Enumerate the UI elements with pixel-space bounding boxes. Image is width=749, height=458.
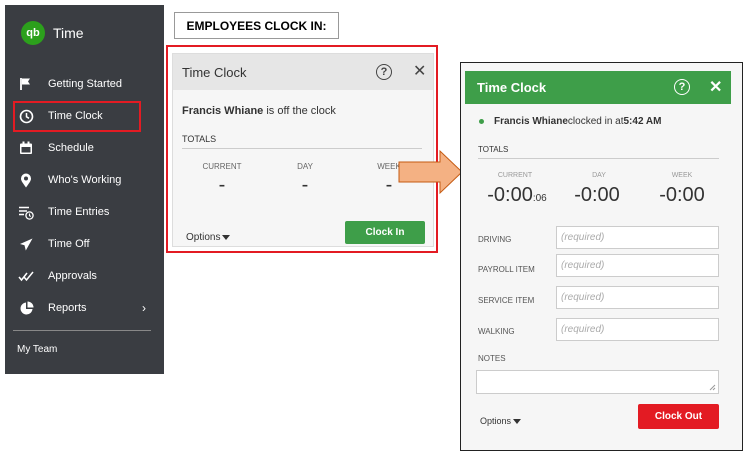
calendar-icon [18, 140, 34, 156]
resize-handle-icon[interactable] [709, 384, 716, 391]
arrow-right-icon [398, 149, 463, 195]
options-dropdown[interactable]: Options [186, 232, 231, 243]
chevron-right-icon: › [142, 301, 146, 315]
options-label: Options [186, 232, 221, 243]
employees-clock-in-heading: EMPLOYEES CLOCK IN: [174, 12, 339, 39]
pie-chart-icon [18, 300, 34, 316]
status-text: clocked in at [567, 116, 624, 127]
time-clock-card-before: Time Clock ? ✕ Francis Whiane is off the… [172, 53, 434, 247]
brand[interactable]: qb Time [21, 21, 84, 45]
totals-divider [478, 158, 719, 159]
sidebar-my-team[interactable]: My Team [17, 344, 57, 355]
current-value: - [218, 174, 226, 196]
time-clock-header: Time Clock ? ✕ [465, 71, 731, 104]
week-label: WEEK [671, 172, 693, 179]
time-clock-header: Time Clock ? ✕ [173, 54, 433, 90]
current-label: CURRENT [202, 162, 242, 171]
list-clock-icon [18, 204, 34, 220]
sidebar-item-time-off[interactable]: Time Off [5, 231, 164, 257]
sidebar-item-label: Schedule [48, 142, 94, 154]
totals-label: TOTALS [182, 134, 217, 144]
employee-name: Francis Whiane [182, 105, 264, 117]
close-icon[interactable]: ✕ [413, 64, 426, 80]
driving-label: DRIVING [478, 235, 512, 244]
clock-out-button[interactable]: Clock Out [638, 404, 719, 429]
current-value-main: -0:00 [487, 184, 533, 206]
sidebar: qb Time Getting Started Time Clock Sched… [5, 5, 164, 374]
employee-name: Francis Whiane [494, 116, 568, 127]
sidebar-item-label: Time Entries [48, 206, 110, 218]
payroll-item-label: PAYROLL ITEM [478, 265, 535, 274]
sidebar-item-time-entries[interactable]: Time Entries [5, 199, 164, 225]
notes-textarea[interactable] [476, 370, 719, 394]
service-item-label: SERVICE ITEM [478, 296, 535, 305]
sidebar-item-label: Getting Started [48, 78, 122, 90]
airplane-icon [18, 236, 34, 252]
day-label: DAY [592, 172, 606, 179]
quickbooks-logo: qb [21, 21, 45, 45]
sidebar-item-schedule[interactable]: Schedule [5, 135, 164, 161]
clock-in-button[interactable]: Clock In [345, 221, 425, 244]
status-dot [479, 119, 484, 124]
caret-down-icon [513, 419, 522, 425]
current-value: -0:00:06 [477, 184, 557, 207]
payroll-item-input[interactable]: (required) [556, 254, 719, 277]
driving-input[interactable]: (required) [556, 226, 719, 249]
clock-in-time: 5:42 AM [623, 116, 662, 127]
time-clock-highlight-box [13, 101, 141, 132]
caret-down-icon [222, 234, 231, 240]
notes-label: NOTES [478, 354, 506, 363]
help-icon[interactable]: ? [674, 79, 690, 95]
double-check-icon [18, 268, 34, 284]
day-value: -0:00 [574, 184, 620, 206]
options-label: Options [480, 416, 512, 426]
time-clock-title: Time Clock [477, 80, 547, 95]
sidebar-item-approvals[interactable]: Approvals [5, 263, 164, 289]
week-value: -0:00 [659, 184, 705, 206]
totals-label: TOTALS [478, 145, 509, 154]
sidebar-item-getting-started[interactable]: Getting Started [5, 71, 164, 97]
totals-divider [182, 148, 422, 149]
day-label: DAY [297, 162, 313, 171]
status-text: is off the clock [263, 105, 336, 117]
sidebar-item-whos-working[interactable]: Who's Working [5, 167, 164, 193]
sidebar-divider [13, 330, 151, 331]
sidebar-item-label: Approvals [48, 270, 97, 282]
location-pin-icon [18, 172, 34, 188]
sidebar-item-reports[interactable]: Reports › [5, 295, 164, 321]
sidebar-item-label: Who's Working [48, 174, 122, 186]
sidebar-item-label: Time Off [48, 238, 90, 250]
walking-input[interactable]: (required) [556, 318, 719, 341]
help-icon[interactable]: ? [376, 64, 392, 80]
close-icon[interactable]: ✕ [709, 80, 722, 96]
clock-status: Francis Whiane clocked in at 5:42 AM [479, 116, 661, 127]
current-seconds: :06 [532, 193, 547, 204]
time-clock-title: Time Clock [182, 65, 247, 80]
flag-icon [18, 76, 34, 92]
options-dropdown[interactable]: Options [480, 416, 522, 426]
current-label: CURRENT [497, 172, 533, 179]
clock-status: Francis Whiane is off the clock [182, 105, 336, 117]
service-item-input[interactable]: (required) [556, 286, 719, 309]
sidebar-item-label: Reports [48, 302, 87, 314]
walking-label: WALKING [478, 327, 515, 336]
brand-name: Time [53, 25, 84, 41]
day-value: - [301, 174, 309, 196]
time-clock-card-after: Time Clock ? ✕ Francis Whiane clocked in… [460, 62, 743, 451]
